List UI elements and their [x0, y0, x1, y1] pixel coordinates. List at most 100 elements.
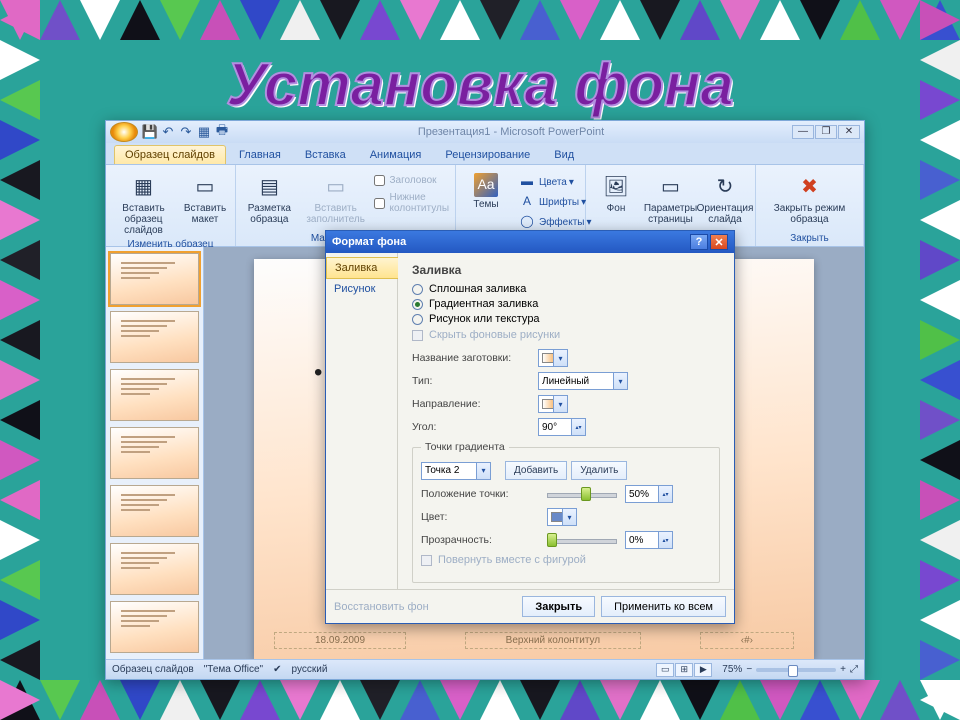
radio-gradient-fill[interactable]: Градиентная заливка [412, 298, 720, 310]
page-setup-button[interactable]: ▭Параметры страницы [646, 171, 695, 227]
zoom-out-button[interactable]: − [746, 664, 752, 675]
status-view: Образец слайдов [112, 664, 194, 675]
angle-spinner[interactable]: 90°▴▾ [538, 418, 586, 436]
tab-view[interactable]: Вид [543, 145, 585, 164]
dialog-help-button[interactable]: ? [690, 234, 708, 250]
fill-heading: Заливка [412, 263, 720, 277]
tab-review[interactable]: Рецензирование [434, 145, 541, 164]
orientation-button[interactable]: ↻Ориентация слайда [701, 171, 749, 227]
slide-thumbnail[interactable] [110, 253, 199, 305]
color-combo[interactable]: ▾ [547, 508, 577, 526]
slide-date-placeholder: 18.09.2009 [274, 632, 406, 649]
group-close-label: Закрыть [762, 232, 857, 245]
window-close-button[interactable]: ✕ [838, 125, 860, 139]
effects-button[interactable]: ◯Эффекты ▾ [516, 213, 596, 231]
close-dialog-button[interactable]: Закрыть [522, 596, 595, 617]
slide-thumbnail[interactable] [110, 311, 199, 363]
apply-all-button[interactable]: Применить ко всем [601, 596, 726, 617]
themes-icon: Aa [474, 173, 498, 197]
gradient-stops-fieldset: Точки градиента Точка 2▾ Добавить Удалит… [412, 441, 720, 583]
table-icon[interactable]: ▦ [196, 124, 212, 140]
fonts-button[interactable]: AШрифты ▾ [516, 193, 596, 211]
slide-master-icon: ▦ [130, 173, 158, 201]
minimize-button[interactable]: — [792, 125, 814, 139]
status-theme: "Тема Office" [204, 664, 263, 675]
preset-label: Название заготовки: [412, 352, 530, 364]
redo-icon[interactable]: ↷ [178, 124, 194, 140]
direction-label: Направление: [412, 398, 530, 410]
tab-slide-master[interactable]: Образец слайдов [114, 145, 226, 164]
tab-home[interactable]: Главная [228, 145, 292, 164]
slide-thumbnail[interactable] [110, 543, 199, 595]
dialog-close-button[interactable]: ✕ [710, 234, 728, 250]
slideshow-view-button[interactable]: ▶ [694, 663, 712, 677]
normal-view-button[interactable]: ▭ [656, 663, 674, 677]
title-checkbox[interactable]: Заголовок [374, 175, 449, 186]
tab-animation[interactable]: Анимация [359, 145, 433, 164]
close-master-button[interactable]: ✖Закрыть режим образца [762, 171, 857, 227]
transparency-slider[interactable] [547, 532, 617, 548]
colors-icon: ▬ [520, 175, 534, 189]
rotate-with-shape-checkbox: Повернуть вместе с фигурой [421, 554, 711, 566]
position-spinner[interactable]: 50%▴▾ [625, 485, 673, 503]
office-button[interactable] [110, 122, 138, 142]
fit-window-button[interactable]: ⤢ [850, 664, 858, 675]
nav-fill[interactable]: Заливка [326, 257, 398, 279]
quick-access-toolbar: 💾 ↶ ↷ ▦ 🖶 [142, 124, 230, 140]
slide-thumbnails-panel[interactable] [106, 247, 204, 659]
master-layout-button[interactable]: ▤Разметка образца [242, 171, 297, 227]
zoom-control: 75% − + ⤢ [722, 664, 858, 675]
insert-layout-button[interactable]: ▭Вставить макет [181, 171, 229, 227]
direction-combo[interactable]: ▾ [538, 395, 568, 413]
background-icon: 🖼 [602, 173, 630, 201]
effects-icon: ◯ [520, 215, 534, 229]
sorter-view-button[interactable]: ⊞ [675, 663, 693, 677]
slide-thumbnail[interactable] [110, 601, 199, 653]
dialog-titlebar[interactable]: Формат фона ? ✕ [326, 231, 734, 253]
orientation-icon: ↻ [711, 173, 739, 201]
slide-thumbnail[interactable] [110, 427, 199, 479]
dialog-title: Формат фона [332, 236, 406, 248]
slide-page-placeholder: ‹#› [700, 632, 794, 649]
dialog-footer: Восстановить фон Закрыть Применить ко вс… [326, 589, 734, 623]
undo-icon[interactable]: ↶ [160, 124, 176, 140]
slide-thumbnail[interactable] [110, 485, 199, 537]
zoom-in-button[interactable]: + [840, 664, 846, 675]
zoom-slider[interactable] [756, 668, 836, 672]
zoom-level[interactable]: 75% [722, 664, 742, 675]
remove-stop-button[interactable]: Удалить [571, 461, 627, 480]
stops-legend: Точки градиента [421, 441, 509, 453]
preset-combo[interactable]: ▾ [538, 349, 568, 367]
tab-insert[interactable]: Вставка [294, 145, 357, 164]
spellcheck-icon: ✔ [273, 664, 281, 675]
add-stop-button[interactable]: Добавить [505, 461, 567, 480]
save-icon[interactable]: 💾 [142, 124, 158, 140]
ribbon-tabs: Образец слайдов Главная Вставка Анимация… [106, 143, 864, 165]
radio-solid-fill[interactable]: Сплошная заливка [412, 283, 720, 295]
quickprint-icon[interactable]: 🖶 [214, 124, 230, 140]
layout-icon: ▭ [191, 173, 219, 201]
nav-picture[interactable]: Рисунок [326, 279, 397, 299]
insert-placeholder-button: ▭Вставить заполнитель [303, 171, 369, 227]
statusbar: Образец слайдов "Тема Office" ✔ русский … [106, 659, 864, 679]
status-language[interactable]: русский [292, 664, 328, 675]
themes-button[interactable]: AaТемы [462, 171, 510, 212]
dialog-nav: Заливка Рисунок [326, 253, 398, 589]
format-background-dialog: Формат фона ? ✕ Заливка Рисунок Заливка … [325, 230, 735, 624]
hide-graphics-checkbox: Скрыть фоновые рисунки [412, 329, 720, 341]
colors-button[interactable]: ▬Цвета ▾ [516, 173, 596, 191]
slide-footer-placeholder: Верхний колонтитул [465, 632, 642, 649]
angle-label: Угол: [412, 421, 530, 433]
maximize-button[interactable]: ❐ [815, 125, 837, 139]
insert-slide-master-button[interactable]: ▦Вставить образец слайдов [112, 171, 175, 238]
footers-checkbox[interactable]: Нижние колонтитулы [374, 192, 449, 214]
position-slider[interactable] [547, 486, 617, 502]
titlebar: 💾 ↶ ↷ ▦ 🖶 Презентация1 - Microsoft Power… [106, 121, 864, 143]
slide-thumbnail[interactable] [110, 369, 199, 421]
radio-picture-fill[interactable]: Рисунок или текстура [412, 313, 720, 325]
position-label: Положение точки: [421, 488, 539, 500]
type-combo[interactable]: Линейный▾ [538, 372, 628, 390]
stop-combo[interactable]: Точка 2▾ [421, 462, 491, 480]
transparency-spinner[interactable]: 0%▴▾ [625, 531, 673, 549]
background-button[interactable]: 🖼Фон [592, 171, 640, 216]
